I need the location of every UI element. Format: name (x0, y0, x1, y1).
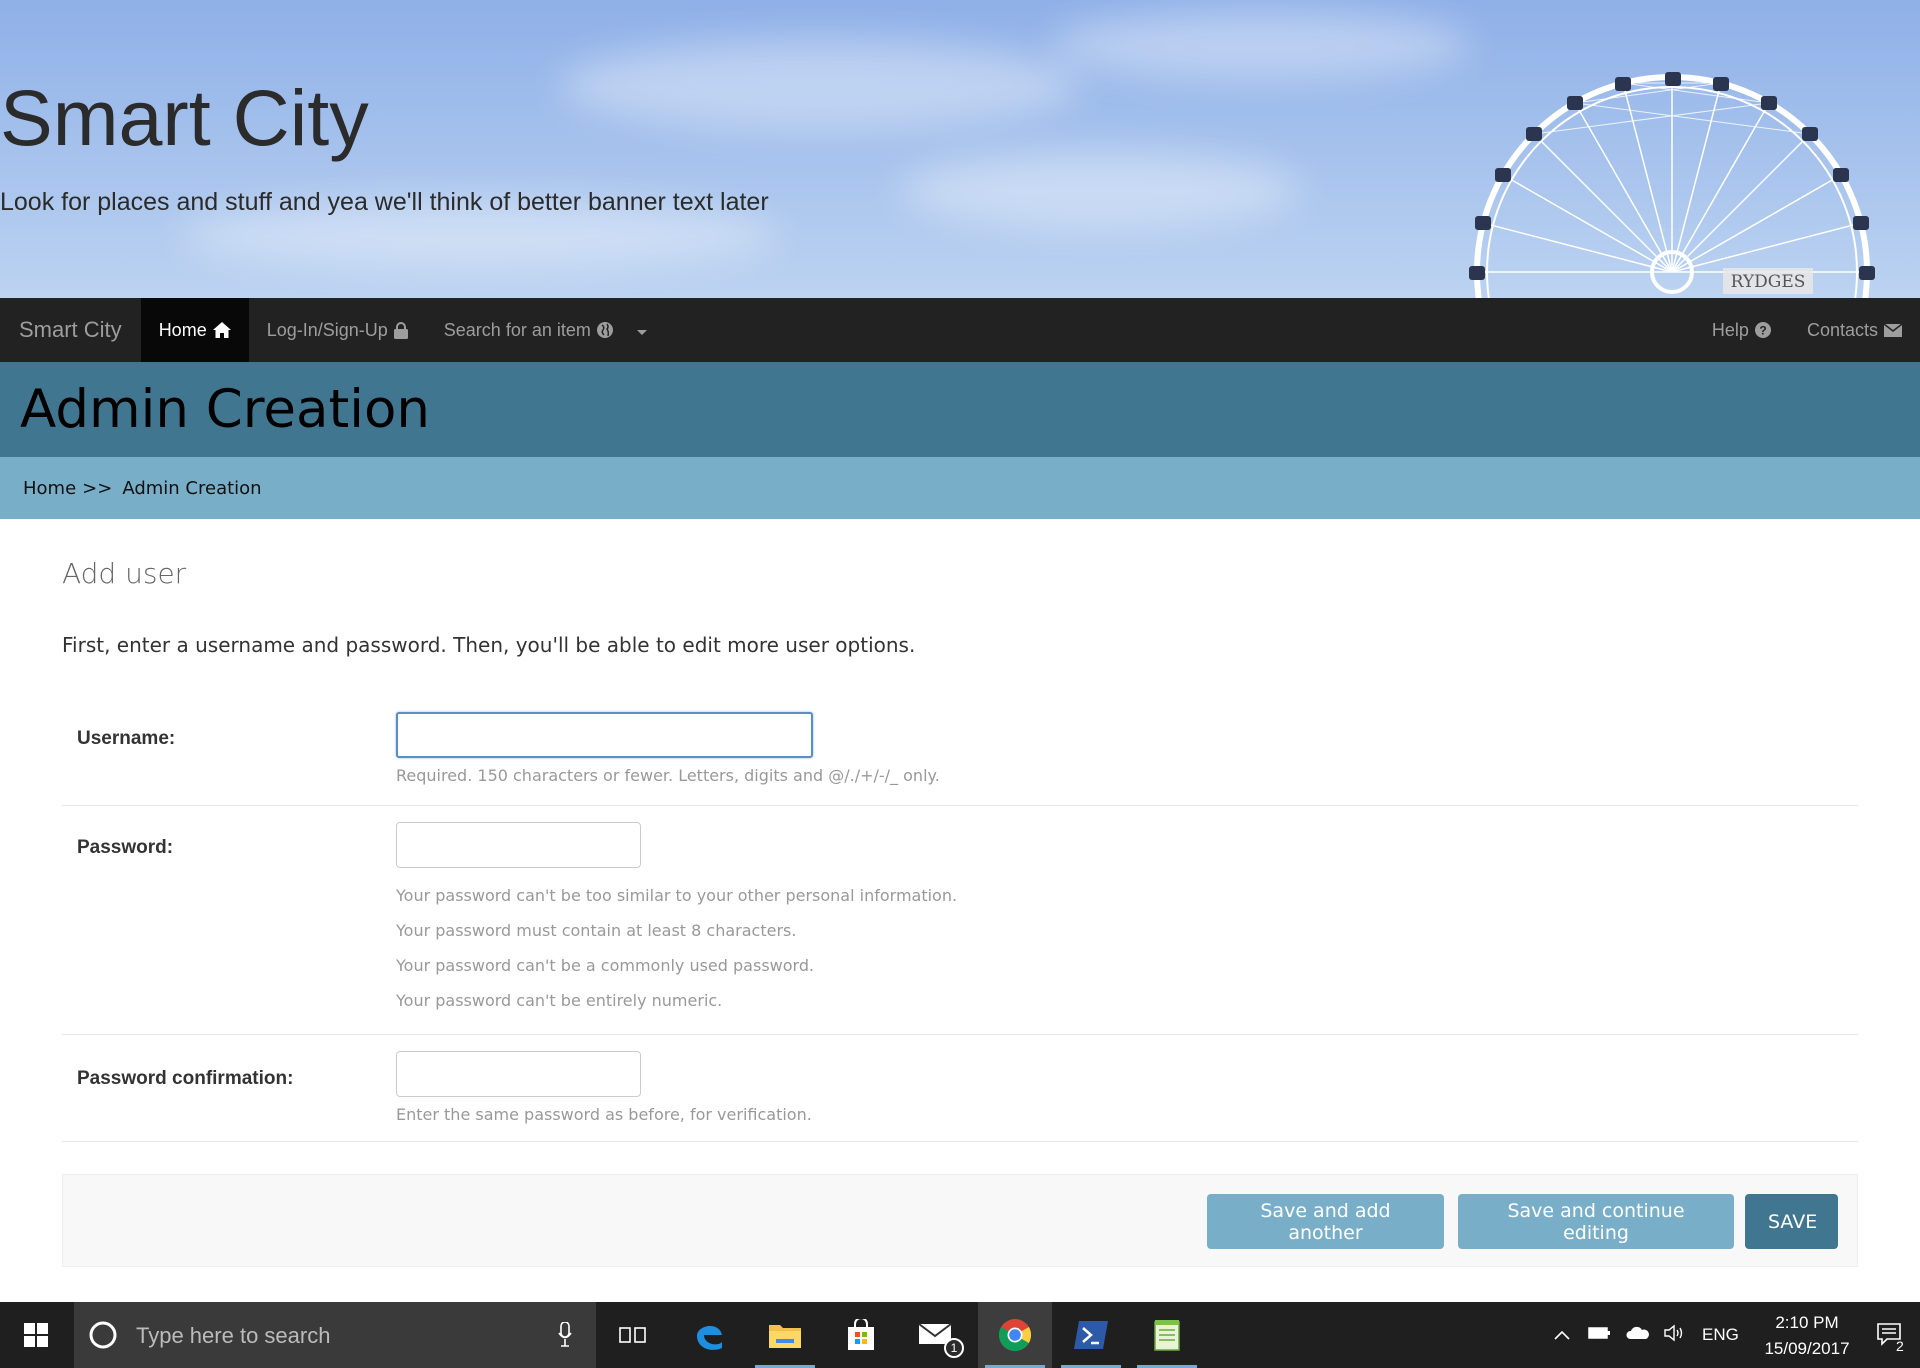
navbar-brand[interactable]: Smart City (0, 298, 141, 362)
password-confirmation-row: Password confirmation: Enter the same pa… (62, 1035, 1858, 1142)
wheel-sign: RYDGES (1731, 272, 1806, 292)
store-icon[interactable] (824, 1302, 898, 1368)
nav-search-label: Search for an item (443, 319, 591, 340)
breadcrumb-separator: >> (82, 477, 113, 499)
breadcrumb-current: Admin Creation (122, 477, 262, 499)
page-header: Admin Creation (0, 362, 1920, 457)
onedrive-icon[interactable] (1626, 1325, 1650, 1345)
breadcrumb: Home >> Admin Creation (0, 457, 1920, 519)
password-row: Password: Your password can't be too sim… (62, 806, 1858, 1035)
mail-badge: 1 (944, 1338, 964, 1358)
system-tray: ENG (1554, 1302, 1739, 1368)
taskbar-clock[interactable]: 2:10 PM 15/09/2017 (1748, 1310, 1866, 1362)
nav-contacts-label: Contacts (1806, 319, 1878, 340)
submit-row: Save and add another Save and continue e… (62, 1174, 1858, 1267)
volume-icon[interactable] (1664, 1324, 1686, 1347)
nav-contacts[interactable]: Contacts (1789, 298, 1920, 362)
password-help-item: Your password must contain at least 8 ch… (396, 921, 797, 940)
chrome-icon[interactable] (978, 1302, 1052, 1368)
navbar-right: Help ? Contacts (1694, 298, 1920, 362)
password-field[interactable] (396, 822, 641, 868)
form-intro: First, enter a username and password. Th… (62, 633, 916, 657)
nav-home-label: Home (158, 319, 207, 340)
globe-icon (596, 322, 613, 338)
banner-subtitle: Look for places and stuff and yea we'll … (0, 188, 769, 216)
question-circle-icon: ? (1754, 322, 1771, 338)
task-view-icon[interactable] (596, 1302, 670, 1368)
main-navbar: Smart City Home Log-In/Sign-Up Search fo… (0, 298, 1920, 362)
lock-icon (393, 321, 408, 339)
nav-help-label: Help (1711, 319, 1749, 340)
file-explorer-icon[interactable] (748, 1302, 822, 1368)
nav-help[interactable]: Help ? (1694, 298, 1789, 362)
nav-search-dropdown[interactable]: Search for an item (426, 298, 665, 362)
banner-cloud (1050, 10, 1470, 80)
cortana-icon (89, 1321, 117, 1349)
password-help-item: Your password can't be too similar to yo… (396, 886, 958, 905)
battery-icon[interactable] (1588, 1325, 1612, 1345)
password-confirmation-label: Password confirmation: (77, 1068, 294, 1089)
clock-time: 2:10 PM (1775, 1313, 1839, 1332)
taskbar-search-box[interactable]: Type here to search (74, 1302, 596, 1368)
password-confirmation-field[interactable] (396, 1051, 641, 1097)
password-help-item: Your password can't be a commonly used p… (396, 956, 815, 975)
powershell-icon[interactable] (1054, 1302, 1128, 1368)
microphone-icon (558, 1322, 572, 1347)
save-and-continue-button[interactable]: Save and continue editing (1458, 1194, 1734, 1249)
notification-center-icon[interactable]: 2 (1860, 1302, 1920, 1368)
username-row: Username: Required. 150 characters or fe… (62, 685, 1858, 806)
page-title: Admin Creation (20, 379, 430, 440)
svg-text:?: ? (1759, 324, 1766, 338)
banner-title: Smart City (0, 73, 369, 162)
form-title: Add user (62, 557, 187, 590)
username-field[interactable] (396, 712, 813, 758)
password-confirmation-help: Enter the same password as before, for v… (396, 1105, 812, 1124)
windows-taskbar: Type here to search 1 ENG 2:10 PM 15/09/… (0, 1302, 1920, 1368)
chevron-up-icon[interactable] (1554, 1325, 1570, 1345)
site-banner: Smart City Look for places and stuff and… (0, 0, 1920, 298)
username-label: Username: (77, 728, 176, 749)
save-button[interactable]: SAVE (1745, 1194, 1838, 1249)
chevron-down-icon (636, 329, 647, 335)
nav-login-signup[interactable]: Log-In/Sign-Up (249, 298, 426, 362)
save-and-add-another-button[interactable]: Save and add another (1207, 1194, 1444, 1249)
breadcrumb-home-link[interactable]: Home (23, 478, 76, 499)
password-help-item: Your password can't be entirely numeric. (396, 991, 723, 1010)
nav-login-label: Log-In/Sign-Up (266, 319, 388, 340)
notepad-icon[interactable] (1130, 1302, 1204, 1368)
home-icon (212, 322, 231, 338)
clock-date: 15/09/2017 (1764, 1339, 1850, 1358)
start-button[interactable] (0, 1302, 72, 1368)
banner-cloud (900, 150, 1300, 230)
banner-cloud (560, 40, 1080, 130)
mail-icon[interactable]: 1 (900, 1302, 974, 1368)
password-label: Password: (77, 837, 174, 858)
username-help: Required. 150 characters or fewer. Lette… (396, 766, 940, 785)
windows-logo-icon (24, 1323, 48, 1347)
ferris-wheel-image: RYDGES (1469, 72, 1875, 298)
edge-icon[interactable] (672, 1302, 746, 1368)
language-indicator[interactable]: ENG (1702, 1325, 1739, 1345)
taskbar-search-placeholder: Type here to search (136, 1323, 331, 1348)
nav-home[interactable]: Home (140, 298, 249, 362)
notification-count: 2 (1896, 1338, 1904, 1354)
envelope-icon (1884, 323, 1902, 337)
